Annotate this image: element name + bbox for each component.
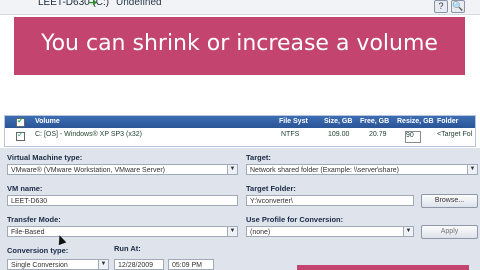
status-label: Undefined — [116, 0, 162, 8]
chevron-down-icon[interactable]: ▼ — [227, 165, 237, 174]
vm-name-input[interactable]: LEET-D630 — [7, 195, 238, 206]
volume-grid: Volume File Syst Size, GB Free, GB Resiz… — [4, 115, 476, 147]
col-volume[interactable]: Volume — [35, 118, 60, 125]
vm-type-value: VMware® (VMware Workstation, VMware Serv… — [11, 167, 166, 174]
transfer-mode-select[interactable]: File-Based ▼ — [7, 226, 238, 237]
target-select[interactable]: Network shared folder (Example: \\server… — [246, 164, 478, 175]
select-all-checkbox[interactable] — [16, 116, 25, 127]
top-toolbar: LEET-D630 (C:) ➜ Undefined ? 🔍 — [0, 0, 480, 15]
col-free[interactable]: Free, GB — [360, 118, 389, 125]
conversion-type-value: Single Conversion — [11, 262, 68, 269]
run-time-input[interactable]: 05:09 PM — [168, 259, 214, 270]
col-filesys[interactable]: File Syst — [279, 118, 308, 125]
chevron-down-icon[interactable]: ▼ — [98, 260, 108, 269]
browse-button[interactable]: Browse... — [421, 194, 478, 208]
run-date-input[interactable]: 12/28/2009 — [114, 259, 164, 270]
apply-button[interactable]: Apply — [421, 225, 478, 239]
target-folder-label: Target Folder: — [246, 184, 296, 193]
chevron-down-icon[interactable]: ▼ — [403, 227, 413, 236]
size-value: 109.00 — [328, 131, 350, 138]
run-at-label: Run At: — [114, 244, 141, 253]
target-folder-input[interactable]: Y:\vconverter\ — [246, 195, 414, 206]
profile-value: (none) — [250, 229, 271, 236]
use-profile-label: Use Profile for Conversion: — [246, 215, 344, 224]
conversion-type-select[interactable]: Single Conversion ▼ — [7, 259, 109, 270]
grid-header: Volume File Syst Size, GB Free, GB Resiz… — [5, 116, 475, 128]
col-folder[interactable]: Folder — [437, 118, 458, 125]
banner-text: You can shrink or increase a volume — [41, 31, 438, 56]
conversion-type-label: Conversion type: — [7, 246, 69, 255]
table-row[interactable]: C: [OS] - Windows® XP SP3 (x32) NTFS 109… — [5, 130, 475, 143]
transfer-mode-label: Transfer Mode: — [7, 215, 61, 224]
row-checkbox[interactable] — [16, 130, 25, 141]
drive-label: LEET-D630 (C:) — [38, 0, 110, 8]
chevron-down-icon[interactable]: ▼ — [467, 165, 477, 174]
caption-banner: You can shrink or increase a volume — [14, 17, 465, 75]
resize-input[interactable]: 90 — [405, 131, 421, 143]
chevron-down-icon[interactable]: ▼ — [227, 227, 237, 236]
filesys-value: NTFS — [281, 131, 300, 138]
target-label: Target: — [246, 153, 271, 162]
conversion-form: Virtual Machine type: VMware® (VMware Wo… — [0, 148, 480, 270]
banner-edge — [297, 265, 469, 270]
help-icon[interactable]: ? — [434, 0, 448, 13]
col-size[interactable]: Size, GB — [324, 118, 352, 125]
arrow-icon: ➜ — [88, 0, 98, 9]
vm-name-value: LEET-D630 — [11, 198, 48, 205]
target-value: Network shared folder (Example: \\server… — [250, 167, 399, 174]
profile-select[interactable]: (none) ▼ — [246, 226, 414, 237]
folder-value: <Target Fol — [437, 131, 473, 138]
vm-type-select[interactable]: VMware® (VMware Workstation, VMware Serv… — [7, 164, 238, 175]
run-time-value: 05:09 PM — [172, 262, 202, 269]
free-value: 20.79 — [369, 131, 387, 138]
col-resize[interactable]: Resize, GB — [397, 118, 434, 125]
vm-type-label: Virtual Machine type: — [7, 153, 83, 162]
vm-name-label: VM name: — [7, 184, 43, 193]
search-icon[interactable]: 🔍 — [451, 0, 465, 13]
run-date-value: 12/28/2009 — [118, 262, 154, 269]
transfer-mode-value: File-Based — [11, 229, 45, 236]
target-folder-value: Y:\vconverter\ — [250, 198, 293, 205]
volume-name: C: [OS] - Windows® XP SP3 (x32) — [35, 131, 142, 138]
